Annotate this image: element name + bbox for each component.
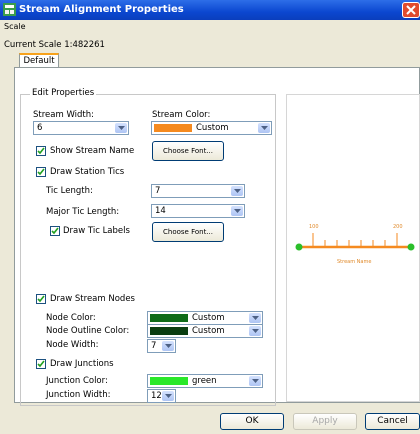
node-color-label: Node Color: xyxy=(46,313,96,323)
app-icon xyxy=(3,3,16,16)
menu-scale[interactable]: Scale xyxy=(4,22,26,31)
checkmark-icon xyxy=(37,147,45,155)
stream-color-label: Stream Color: xyxy=(152,110,211,120)
draw-junctions-label: Draw Junctions xyxy=(50,359,114,369)
station-tics xyxy=(312,233,398,247)
node-outline-color-value: Custom xyxy=(192,326,225,336)
checkmark-icon xyxy=(37,295,45,303)
cancel-button[interactable]: Cancel xyxy=(365,413,420,430)
node-width-select[interactable]: 7 xyxy=(147,339,176,353)
start-node xyxy=(295,243,303,251)
close-icon xyxy=(406,5,416,15)
show-stream-name-checkbox[interactable] xyxy=(36,146,46,156)
major-tic-length-value: 14 xyxy=(155,206,166,216)
stream-color-swatch xyxy=(154,124,192,132)
node-outline-color-swatch xyxy=(150,327,188,335)
dialog-window: Stream Alignment Properties Scale Curren… xyxy=(0,0,420,434)
stream-width-label: Stream Width: xyxy=(33,110,95,120)
node-color-value: Custom xyxy=(192,313,225,323)
window-title: Stream Alignment Properties xyxy=(19,4,184,15)
chevron-down-icon[interactable] xyxy=(231,186,243,196)
draw-station-tics-label: Draw Station Tics xyxy=(50,167,125,177)
chevron-down-icon[interactable] xyxy=(249,376,261,386)
major-tic-length-label: Major Tic Length: xyxy=(46,207,120,217)
menu-bar: Scale xyxy=(0,20,420,34)
end-node xyxy=(407,243,415,251)
junction-color-value: green xyxy=(192,376,217,386)
junction-width-label: Junction Width: xyxy=(46,390,111,400)
apply-button[interactable]: Apply xyxy=(293,413,357,430)
tic-length-label: Tic Length: xyxy=(46,186,93,196)
chevron-down-icon[interactable] xyxy=(162,341,174,351)
chevron-down-icon[interactable] xyxy=(231,206,243,216)
choose-font-button[interactable]: Choose Font... xyxy=(152,141,224,161)
checkmark-icon xyxy=(51,227,59,235)
chevron-down-icon[interactable] xyxy=(115,123,127,133)
tic-length-value: 7 xyxy=(155,186,161,196)
chevron-down-icon[interactable] xyxy=(258,123,270,133)
stream-color-select[interactable]: Custom xyxy=(151,121,272,135)
checkmark-icon xyxy=(37,360,45,368)
draw-tic-labels-label: Draw Tic Labels xyxy=(63,226,130,236)
junction-width-select[interactable]: 12 xyxy=(147,389,176,403)
choose-font-button-2[interactable]: Choose Font... xyxy=(152,222,224,242)
junction-color-label: Junction Color: xyxy=(46,376,108,386)
node-color-swatch xyxy=(150,314,188,322)
node-color-select[interactable]: Custom xyxy=(147,311,263,325)
junction-color-select[interactable]: green xyxy=(147,374,263,388)
stream-color-value: Custom xyxy=(196,123,229,133)
stream-width-select[interactable]: 6 xyxy=(33,121,129,135)
chevron-down-icon[interactable] xyxy=(162,391,174,401)
chevron-down-icon[interactable] xyxy=(249,313,261,323)
edit-properties-title: Edit Properties xyxy=(30,88,97,98)
current-scale-label: Current Scale 1:482261 xyxy=(4,40,105,50)
chevron-down-icon[interactable] xyxy=(249,326,261,336)
draw-stream-nodes-label: Draw Stream Nodes xyxy=(50,294,135,304)
checkmark-icon xyxy=(37,168,45,176)
tab-default[interactable]: Default xyxy=(19,53,59,68)
close-button[interactable] xyxy=(402,2,420,18)
title-bar[interactable]: Stream Alignment Properties xyxy=(0,0,420,20)
node-width-label: Node Width: xyxy=(46,340,99,350)
draw-station-tics-checkbox[interactable] xyxy=(36,167,46,177)
stream-preview: 100 200 Stream Name xyxy=(295,224,415,265)
stream-width-value: 6 xyxy=(37,123,43,133)
junction-width-value: 12 xyxy=(151,391,162,401)
tic-label-right: 200 xyxy=(393,224,403,230)
node-outline-color-select[interactable]: Custom xyxy=(147,324,263,338)
node-outline-color-label: Node Outline Color: xyxy=(46,326,130,336)
major-tic-length-select[interactable]: 14 xyxy=(151,204,245,218)
show-stream-name-label: Show Stream Name xyxy=(50,146,135,156)
junction-color-swatch xyxy=(150,377,188,385)
node-width-value: 7 xyxy=(151,341,157,351)
tic-length-select[interactable]: 7 xyxy=(151,184,245,198)
preview-pane: 100 200 Stream Name xyxy=(286,94,420,402)
tic-label-left: 100 xyxy=(309,224,319,230)
ok-button[interactable]: OK xyxy=(220,413,284,430)
draw-junctions-checkbox[interactable] xyxy=(36,359,46,369)
draw-stream-nodes-checkbox[interactable] xyxy=(36,294,46,304)
draw-tic-labels-checkbox[interactable] xyxy=(50,226,60,236)
stream-name-label: Stream Name xyxy=(337,259,371,265)
